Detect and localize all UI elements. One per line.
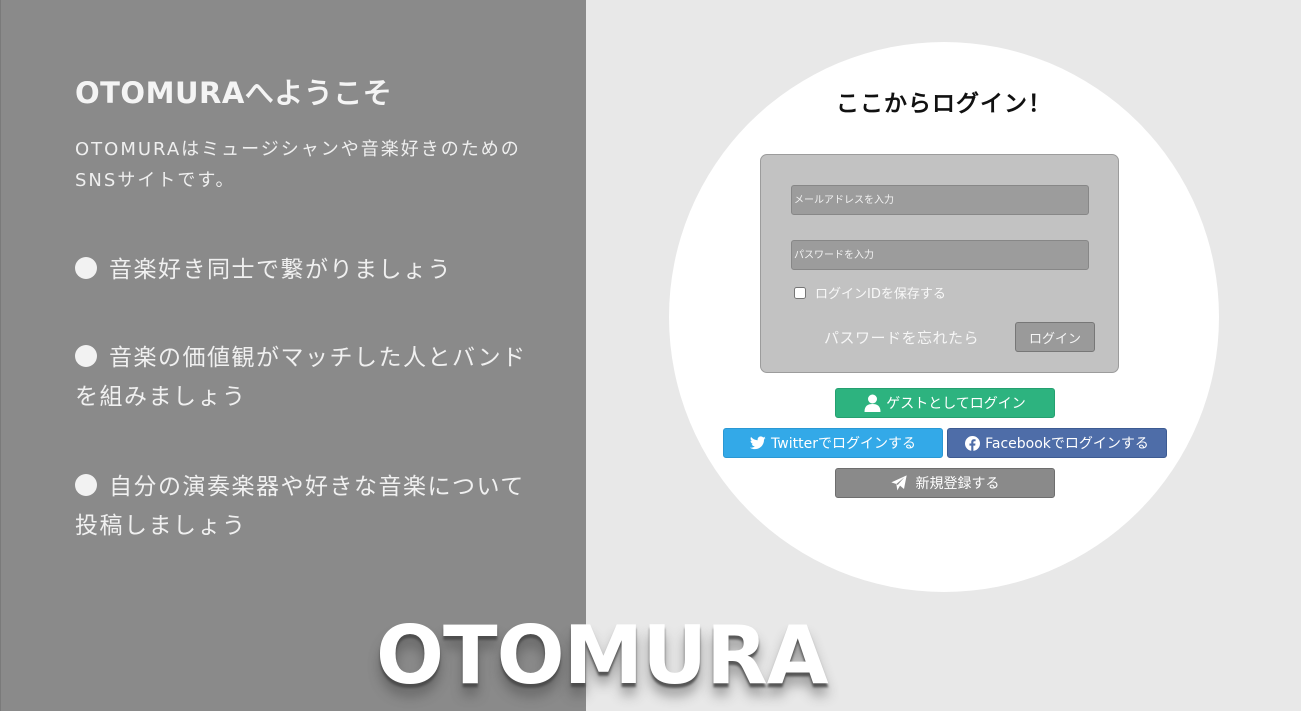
brand-logo: OTOMURA: [376, 609, 829, 702]
remember-login[interactable]: ログインIDを保存する: [794, 283, 946, 302]
register-label: 新規登録する: [915, 476, 1000, 492]
facebook-icon: [965, 435, 981, 451]
feature-item: 音楽好き同士で繋がりましょう: [75, 251, 530, 290]
welcome-description: OTOMURAはミュージシャンや音楽好きのためのSNSサイトです。: [75, 139, 521, 191]
facebook-login-button[interactable]: Facebookでログインする: [947, 428, 1167, 458]
login-page: OTOMURAへようこそ OTOMURAはミュージシャンや音楽好きのためのSNS…: [0, 0, 1301, 711]
feature-item: 自分の演奏楽器や好きな音楽について投稿しましょう: [75, 468, 530, 546]
guest-login-button[interactable]: ゲストとしてログイン: [835, 388, 1055, 418]
remember-checkbox[interactable]: [794, 286, 806, 299]
bullet-icon: [75, 257, 97, 279]
twitter-icon: [750, 436, 766, 450]
login-button[interactable]: ログイン: [1015, 322, 1095, 352]
user-icon: [864, 394, 881, 412]
email-field[interactable]: [791, 185, 1089, 215]
twitter-login-button[interactable]: Twitterでログインする: [723, 428, 943, 458]
guest-login-label: ゲストとしてログイン: [886, 396, 1026, 412]
feature-text: 音楽好き同士で繋がりましょう: [109, 257, 452, 283]
paper-plane-icon: [890, 475, 907, 491]
register-button[interactable]: 新規登録する: [835, 468, 1055, 498]
welcome-panel: OTOMURAへようこそ OTOMURAはミュージシャンや音楽好きのためのSNS…: [0, 0, 586, 711]
facebook-login-label: Facebookでログインする: [985, 436, 1149, 452]
login-form: ログインIDを保存する パスワードを忘れたら ログイン: [760, 154, 1119, 373]
forgot-password-link[interactable]: パスワードを忘れたら: [824, 327, 979, 348]
feature-text: 自分の演奏楽器や好きな音楽について投稿しましょう: [75, 474, 525, 539]
feature-text: 音楽の価値観がマッチした人とバンドを組みましょう: [75, 345, 527, 410]
twitter-login-label: Twitterでログインする: [771, 436, 916, 452]
welcome-title: OTOMURAへようこそ: [75, 76, 393, 110]
password-field[interactable]: [791, 240, 1089, 270]
login-heading: ここからログイン！: [836, 91, 1052, 117]
remember-label: ログインIDを保存する: [815, 287, 946, 302]
feature-item: 音楽の価値観がマッチした人とバンドを組みましょう: [75, 339, 530, 417]
bullet-icon: [75, 474, 97, 496]
bullet-icon: [75, 345, 97, 367]
